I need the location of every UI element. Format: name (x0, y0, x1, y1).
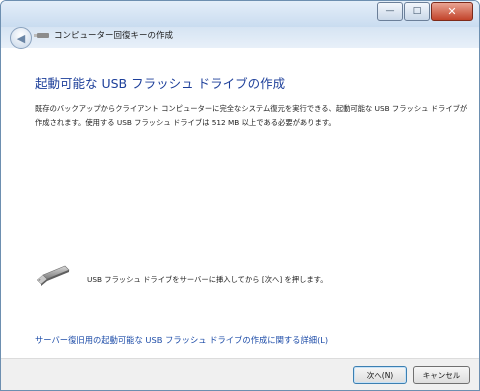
page-heading: 起動可能な USB フラッシュ ドライブの作成 (35, 76, 286, 91)
description: 既存のバックアップからクライアント コンピューターに完全なシステム復元を実行でき… (35, 102, 468, 130)
window-title: コンピューター回復キーの作成 (54, 31, 174, 41)
close-button[interactable]: ✕ (431, 2, 473, 21)
cancel-button[interactable]: キャンセル (413, 366, 470, 384)
minimize-button[interactable]: — (377, 2, 403, 21)
wizard-window: — □ ✕ ◀ コンピューター回復キーの作成 起動可能な USB フラッシュ ド… (0, 0, 480, 391)
usb-flash-drive-icon (36, 265, 70, 286)
back-button[interactable]: ◀ (10, 27, 32, 49)
next-button[interactable]: 次へ(N) (353, 366, 407, 384)
title-bar: — □ ✕ (1, 1, 479, 27)
back-arrow-icon: ◀ (16, 31, 26, 45)
description-line-2: 作成されます。使用する USB フラッシュ ドライブは 512 MB 以上である… (35, 118, 336, 127)
instruction-text: USB フラッシュ ドライブをサーバーに挿入してから [次へ] を押します。 (87, 275, 328, 284)
maximize-button[interactable]: □ (404, 2, 430, 21)
description-line-1: 既存のバックアップからクライアント コンピューターに完全なシステム復元を実行でき… (35, 104, 468, 113)
details-link[interactable]: サーバー復旧用の起動可能な USB フラッシュ ドライブの作成に関する詳細(L) (35, 334, 328, 346)
footer-bar: 次へ(N) キャンセル (1, 358, 479, 390)
window-controls: — □ ✕ (376, 2, 473, 21)
usb-drive-icon (34, 33, 49, 38)
